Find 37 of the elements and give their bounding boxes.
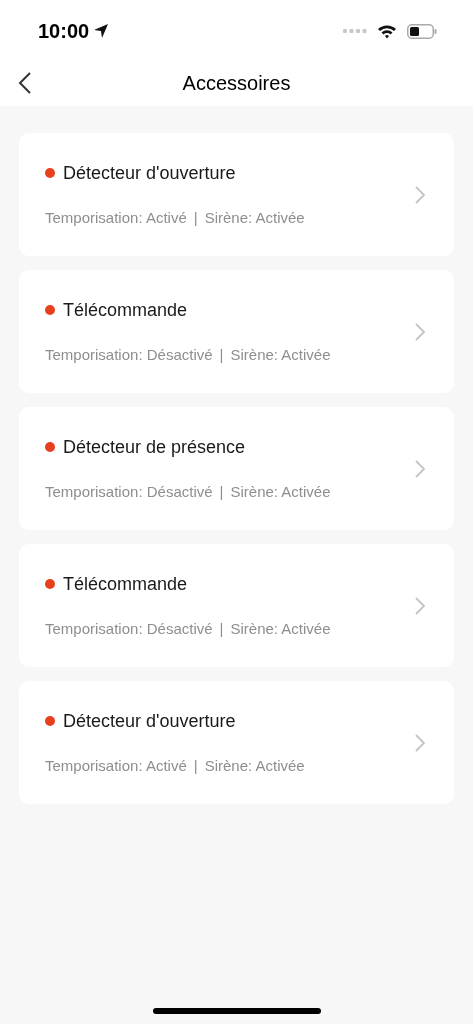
siren-status: Sirène: Activée <box>204 755 305 776</box>
accessory-name: Télécommande <box>63 572 188 596</box>
location-arrow-icon <box>93 23 110 39</box>
accessory-name: Détecteur d'ouverture <box>63 161 236 185</box>
chevron-right-icon <box>414 184 426 205</box>
delay-status: Temporisation: Activé <box>45 755 187 776</box>
separator: | <box>219 344 224 365</box>
siren-status: Sirène: Activée <box>204 207 305 228</box>
battery-icon <box>407 23 437 39</box>
status-time: 10:00 <box>38 19 90 44</box>
delay-status: Temporisation: Désactivé <box>45 618 213 639</box>
separator: | <box>219 481 224 502</box>
accessory-name: Détecteur d'ouverture <box>63 709 236 733</box>
accessory-card[interactable]: Télécommande Temporisation: Désactivé | Sirène: Activée <box>19 270 454 393</box>
separator: | <box>193 207 198 228</box>
chevron-right-icon <box>414 732 426 753</box>
back-chevron-icon <box>18 71 32 95</box>
accessory-name: Télécommande <box>63 298 188 322</box>
siren-status: Sirène: Activée <box>230 481 331 502</box>
wifi-icon <box>377 23 397 39</box>
chevron-right-icon <box>414 458 426 479</box>
delay-status: Temporisation: Désactivé <box>45 344 213 365</box>
accessory-card[interactable]: Détecteur d'ouverture Temporisation: Activé | Sirène: Activée <box>19 681 454 804</box>
delay-status: Temporisation: Activé <box>45 207 187 228</box>
separator: | <box>219 618 224 639</box>
signal-icon <box>343 29 367 33</box>
accessory-name: Détecteur de présence <box>63 435 246 459</box>
accessory-card[interactable]: Détecteur d'ouverture Temporisation: Activé | Sirène: Activée <box>19 133 454 256</box>
separator: | <box>193 755 198 776</box>
accessory-card[interactable]: Détecteur de présence Temporisation: Désactivé | Sirène: Activée <box>19 407 454 530</box>
siren-status: Sirène: Activée <box>230 344 331 365</box>
chevron-right-icon <box>414 321 426 342</box>
chevron-right-icon <box>414 595 426 616</box>
page-title: Accessoires <box>182 71 291 96</box>
delay-status: Temporisation: Désactivé <box>45 481 213 502</box>
accessory-card[interactable]: Télécommande Temporisation: Désactivé | Sirène: Activée <box>19 544 454 667</box>
siren-status: Sirène: Activée <box>230 618 331 639</box>
